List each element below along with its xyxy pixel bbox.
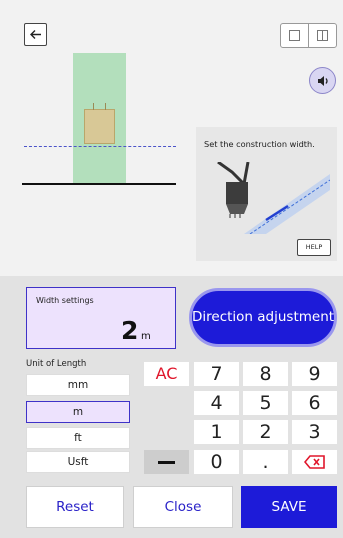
backspace-icon	[304, 455, 325, 469]
excavator-illustration	[217, 162, 330, 234]
key-minus[interactable]	[144, 450, 189, 474]
view-mode-toggle[interactable]	[280, 23, 337, 48]
viewport-area: Set the construction width. HELP	[0, 0, 343, 276]
width-unit: m	[141, 331, 151, 342]
width-display: Width settings 2 m	[26, 287, 176, 349]
key-blank-2	[144, 420, 189, 444]
key-3[interactable]: 3	[292, 420, 337, 444]
settings-panel: Width settings 2 m Direction adjustment …	[0, 276, 343, 538]
width-label: Width settings	[36, 296, 94, 305]
ground-line	[22, 183, 176, 185]
key-backspace[interactable]	[292, 450, 337, 474]
back-button[interactable]	[24, 23, 47, 46]
bucket-marker	[84, 103, 115, 144]
unit-option-m[interactable]: m	[26, 401, 130, 423]
key-1[interactable]: 1	[194, 420, 239, 444]
close-button[interactable]: Close	[133, 486, 233, 528]
hint-panel: Set the construction width. HELP	[196, 127, 337, 261]
help-button[interactable]: HELP	[297, 239, 331, 256]
key-0[interactable]: 0	[194, 450, 239, 474]
split-view-icon	[317, 30, 328, 41]
unit-option-mm[interactable]: mm	[26, 374, 130, 396]
key-blank-1	[144, 391, 189, 415]
target-depth-line	[24, 146, 176, 147]
key-ac[interactable]: AC	[144, 362, 189, 386]
key-8[interactable]: 8	[243, 362, 288, 386]
width-value: 2	[121, 316, 139, 345]
key-6[interactable]: 6	[292, 391, 337, 415]
back-arrow-icon	[30, 30, 41, 39]
key-dot[interactable]: .	[243, 450, 288, 474]
key-9[interactable]: 9	[292, 362, 337, 386]
speaker-icon	[318, 76, 328, 86]
save-button[interactable]: SAVE	[241, 486, 337, 528]
hint-text: Set the construction width.	[204, 139, 315, 149]
unit-option-usft[interactable]: Usft	[26, 451, 130, 473]
reset-button[interactable]: Reset	[26, 486, 124, 528]
direction-adjustment-button[interactable]: Direction adjustment	[189, 288, 337, 347]
key-2[interactable]: 2	[243, 420, 288, 444]
key-7[interactable]: 7	[194, 362, 239, 386]
unit-of-length-label: Unit of Length	[26, 359, 87, 369]
single-view-button[interactable]	[281, 24, 308, 47]
split-view-button[interactable]	[308, 24, 336, 47]
unit-option-ft[interactable]: ft	[26, 427, 130, 449]
key-4[interactable]: 4	[194, 391, 239, 415]
single-view-icon	[289, 30, 300, 41]
key-5[interactable]: 5	[243, 391, 288, 415]
sound-button[interactable]	[309, 67, 336, 94]
